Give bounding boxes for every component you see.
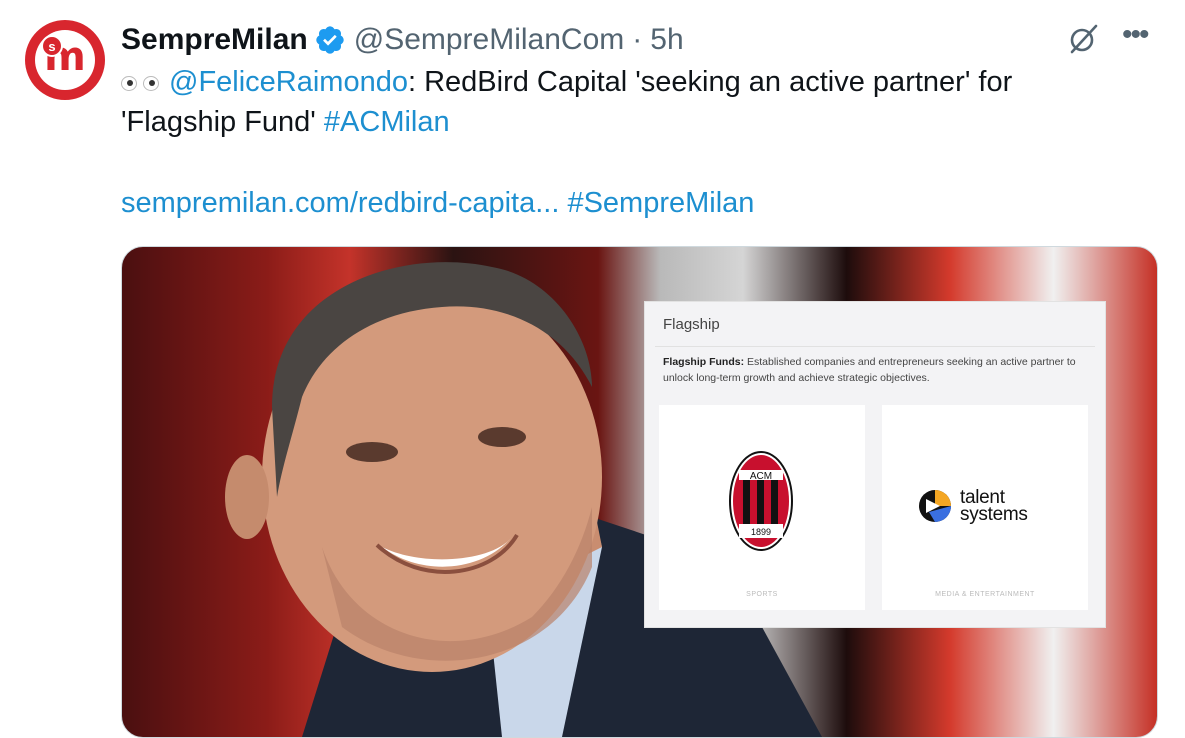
separator-dot: · xyxy=(632,23,643,56)
hashtag-sempremilan[interactable]: #SempreMilan xyxy=(567,187,754,219)
display-name[interactable]: SempreMilan xyxy=(121,23,308,57)
tile-ac-milan: ACM 1899 SPORTS xyxy=(659,405,865,610)
eyes-emoji-icon xyxy=(121,75,159,91)
timestamp[interactable]: 5h xyxy=(650,23,683,57)
ac-milan-logo-icon: ACM 1899 xyxy=(729,451,793,551)
verified-badge-icon xyxy=(316,26,344,54)
acm-text: ACM xyxy=(750,471,772,482)
card-desc-bold: Flagship Funds: xyxy=(663,356,745,368)
mention-link[interactable]: @FeliceRaimondo xyxy=(169,66,408,98)
card-title: Flagship xyxy=(663,316,720,333)
talent-line2: systems xyxy=(960,504,1028,525)
avatar-logo: m s xyxy=(35,30,95,90)
more-options-icon[interactable]: ••• xyxy=(1122,18,1149,52)
tile-caption-sports: SPORTS xyxy=(746,591,778,598)
talent-systems-logo: talent systems xyxy=(918,488,1028,525)
avatar-small-letter: s xyxy=(41,35,63,57)
card-description: Flagship Funds: Established companies an… xyxy=(663,354,1093,386)
tweet-text: @FeliceRaimondo: RedBird Capital 'seekin… xyxy=(121,62,1121,142)
flagship-card: Flagship Flagship Funds: Established com… xyxy=(645,302,1105,627)
acm-year: 1899 xyxy=(751,527,771,537)
talent-systems-logo-icon xyxy=(919,490,951,522)
card-divider xyxy=(655,346,1095,347)
handle[interactable]: @SempreMilanCom xyxy=(354,23,625,57)
tweet-header: SempreMilan @SempreMilanCom · 5h xyxy=(121,20,684,60)
grok-icon[interactable] xyxy=(1067,22,1101,56)
hashtag-acmilan[interactable]: #ACMilan xyxy=(324,106,450,138)
article-link[interactable]: sempremilan.com/redbird-capita... xyxy=(121,187,559,219)
tweet-media[interactable]: Flagship Flagship Funds: Established com… xyxy=(121,246,1158,738)
url-line: sempremilan.com/redbird-capita... #Sempr… xyxy=(121,183,754,223)
avatar[interactable]: m s xyxy=(25,20,105,100)
tile-caption-media: MEDIA & ENTERTAINMENT xyxy=(935,591,1035,598)
tile-talent-systems: talent systems MEDIA & ENTERTAINMENT xyxy=(882,405,1088,610)
